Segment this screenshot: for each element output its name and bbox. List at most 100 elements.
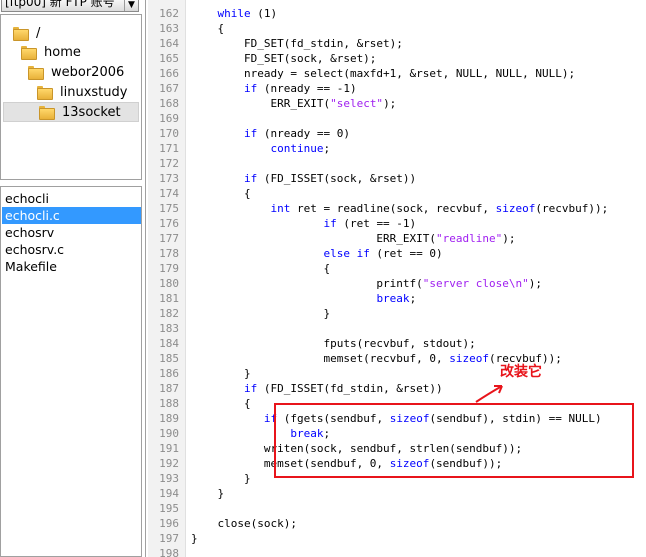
line-number: 195 — [159, 502, 179, 515]
line-number: 180 — [159, 277, 179, 290]
code-line: 171 continue; — [148, 141, 646, 156]
code-line: 195 — [148, 501, 646, 516]
code-line: 192 memset(sendbuf, 0, sizeof(sendbuf)); — [148, 456, 646, 471]
folder-item-0[interactable]: / — [13, 23, 40, 43]
code-line: 173 if (FD_ISSET(sock, &rset)) — [148, 171, 646, 186]
code-line: 162 while (1) — [148, 6, 646, 21]
code-string: "readline" — [436, 232, 503, 245]
line-number: 171 — [159, 142, 179, 155]
folder-label: webor2006 — [51, 64, 125, 80]
code-keyword: sizeof — [389, 457, 430, 470]
line-number: 184 — [159, 337, 179, 350]
folder-item-3[interactable]: linuxstudy — [37, 82, 127, 102]
file-item-2[interactable]: echosrv — [2, 224, 141, 241]
code-line: 182 } — [148, 306, 646, 321]
code-text: } — [191, 306, 330, 321]
line-number: 189 — [159, 412, 179, 425]
code-text: FD_SET(sock, &rset); — [191, 51, 376, 66]
folder-label: linuxstudy — [60, 84, 128, 100]
chevron-down-icon[interactable]: ▼ — [124, 0, 138, 11]
code-text: if (fgets(sendbuf, sizeof(sendbuf), stdi… — [191, 411, 602, 426]
code-text: { — [191, 396, 251, 411]
code-token: (fgets(sendbuf, — [277, 412, 390, 425]
code-line: 165 FD_SET(sock, &rset); — [148, 51, 646, 66]
code-token: (sendbuf), stdin) == NULL) — [429, 412, 602, 425]
folder-item-1[interactable]: home — [21, 42, 81, 62]
folder-icon — [39, 106, 55, 120]
code-keyword: if — [243, 127, 258, 140]
code-token: ; — [323, 142, 331, 155]
code-line: 181 break; — [148, 291, 646, 306]
code-text: nready = select(maxfd+1, &rset, NULL, NU… — [191, 66, 575, 81]
code-line: 174 { — [148, 186, 646, 201]
code-text: if (nready == 0) — [191, 126, 350, 141]
code-line: 193 } — [148, 471, 646, 486]
line-number: 185 — [159, 352, 179, 365]
file-item-4[interactable]: Makefile — [2, 258, 141, 275]
code-line: 166 nready = select(maxfd+1, &rset, NULL… — [148, 66, 646, 81]
folder-tree: / home webor2006 linuxstudy 13socket — [0, 14, 142, 180]
line-number: 183 — [159, 322, 179, 335]
line-number: 172 — [159, 157, 179, 170]
file-item-1[interactable]: echocli.c — [2, 207, 141, 224]
code-text: break; — [191, 426, 330, 441]
folder-item-2[interactable]: webor2006 — [28, 62, 124, 82]
ftp-account-dropdown[interactable]: [ftp00] 新 FTP 账号 ▼ — [1, 0, 139, 12]
line-number: 187 — [159, 382, 179, 395]
code-line: 163 { — [148, 21, 646, 36]
code-token: memset(sendbuf, 0, — [191, 457, 390, 470]
code-text: } — [191, 366, 251, 381]
code-token: (nready == 0) — [257, 127, 350, 140]
line-number: 188 — [159, 397, 179, 410]
folder-label: 13socket — [62, 104, 121, 120]
code-keyword: while — [217, 7, 251, 20]
line-number: 162 — [159, 7, 179, 20]
code-token: { — [191, 262, 331, 275]
code-text: memset(sendbuf, 0, sizeof(sendbuf)); — [191, 456, 502, 471]
code-line: 178 else if (ret == 0) — [148, 246, 646, 261]
line-number: 169 — [159, 112, 179, 125]
code-keyword: if — [323, 217, 337, 230]
code-token: (1) — [250, 7, 278, 20]
code-line: 187 if (FD_ISSET(fd_stdin, &rset)) — [148, 381, 646, 396]
code-editor[interactable]: 162 while (1) 163 {164 FD_SET(fd_stdin, &… — [148, 0, 646, 557]
code-text: ERR_EXIT("select"); — [191, 96, 396, 111]
code-text: } — [191, 531, 198, 546]
line-number: 198 — [159, 547, 179, 557]
code-keyword: else if — [323, 247, 370, 260]
code-token: ); — [383, 97, 397, 110]
folder-item-4[interactable]: 13socket — [3, 102, 139, 122]
code-text: { — [191, 21, 224, 36]
code-token: } — [191, 472, 251, 485]
code-text: { — [191, 261, 330, 276]
line-number: 191 — [159, 442, 179, 455]
code-token: { — [191, 397, 251, 410]
code-token: printf( — [191, 277, 423, 290]
code-token: (ret == -1) — [336, 217, 417, 230]
code-line: 186 } — [148, 366, 646, 381]
code-line: 170 if (nready == 0) — [148, 126, 646, 141]
code-token: } — [191, 487, 225, 500]
code-keyword: sizeof — [495, 202, 536, 215]
code-keyword: if — [243, 382, 258, 395]
line-number: 190 — [159, 427, 179, 440]
code-token: (nready == -1) — [257, 82, 357, 95]
code-text: } — [191, 486, 224, 501]
code-text: if (ret == -1) — [191, 216, 416, 231]
code-line: 184 fputs(recvbuf, stdout); — [148, 336, 646, 351]
code-token: (FD_ISSET(fd_stdin, &rset)) — [257, 382, 443, 395]
code-token: FD_SET(sock, &rset); — [191, 52, 377, 65]
line-number: 177 — [159, 232, 179, 245]
line-number: 181 — [159, 292, 179, 305]
file-item-3[interactable]: echosrv.c — [2, 241, 141, 258]
line-number: 175 — [159, 202, 179, 215]
line-number: 196 — [159, 517, 179, 530]
code-text: if (FD_ISSET(sock, &rset)) — [191, 171, 416, 186]
file-item-0[interactable]: echocli — [2, 190, 141, 207]
